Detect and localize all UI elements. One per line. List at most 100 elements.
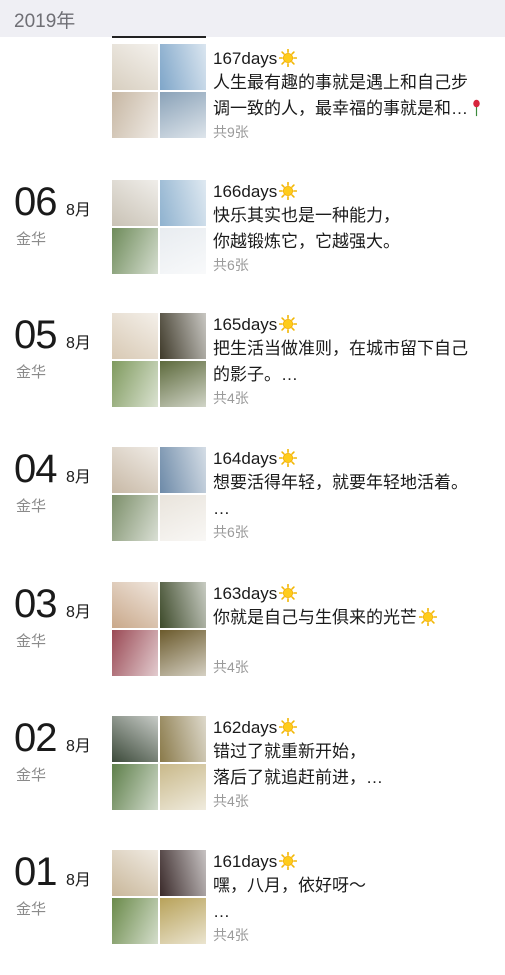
entry-text-line: 你越锻炼它，它越强大。 xyxy=(213,229,503,255)
entry-location: 金华 xyxy=(16,231,47,248)
photo-thumbnail[interactable] xyxy=(160,764,206,810)
entry-text-line: … xyxy=(213,496,503,522)
photo-thumbnail[interactable] xyxy=(160,447,206,493)
entry-info[interactable]: 165days 把生活当做准则，在城市留下自己 的影子。… 共4张 xyxy=(213,314,503,408)
entry-day: 05 xyxy=(14,313,57,357)
entry-info[interactable]: 166days 快乐其实也是一种能力， 你越锻炼它，它越强大。 共6张 xyxy=(213,181,503,275)
photo-thumbnail[interactable] xyxy=(160,582,206,628)
entry-title: 167days xyxy=(213,48,503,70)
photo-thumbnail[interactable] xyxy=(112,716,158,762)
photo-count: 共4张 xyxy=(213,659,249,675)
entry-text-line: 的影子。… xyxy=(213,362,503,388)
photo-thumbnail[interactable] xyxy=(160,850,206,896)
entry-text-content: 嘿，八月，依好呀～ xyxy=(213,876,366,895)
photo-grid[interactable] xyxy=(112,313,206,407)
entry-info[interactable]: 162days 错过了就重新开始， 落后了就追赶前进，… 共4张 xyxy=(213,717,503,811)
entry-text-line: 错过了就重新开始， xyxy=(213,739,503,765)
entry-title: 166days xyxy=(213,181,503,203)
entry-text: 你就是自己与生俱来的光芒 xyxy=(213,605,503,657)
photo-thumbnail[interactable] xyxy=(160,228,206,274)
entry-month: 8月 xyxy=(66,738,91,755)
entry-text-content: 人生最有趣的事就是遇上和自己步 xyxy=(213,73,468,92)
photo-thumbnail[interactable] xyxy=(112,180,158,226)
entry-text-line: … xyxy=(213,899,503,925)
entry-days: 162days xyxy=(213,718,278,737)
photo-thumbnail[interactable] xyxy=(160,361,206,407)
entry-month: 8月 xyxy=(66,872,91,889)
photo-count: 共4张 xyxy=(213,927,249,943)
entry-title: 163days xyxy=(213,583,503,605)
photo-thumbnail[interactable] xyxy=(160,716,206,762)
photo-thumbnail[interactable] xyxy=(112,313,158,359)
entry-text-content: 错过了就重新开始， xyxy=(213,742,366,761)
entry-text-line: 调一致的人，最幸福的事就是和… xyxy=(213,96,503,122)
entry-text: 快乐其实也是一种能力， 你越锻炼它，它越强大。 xyxy=(213,203,503,255)
photo-count: 共6张 xyxy=(213,524,249,540)
entry-text-content: 你越锻炼它，它越强大。 xyxy=(213,232,400,251)
photo-grid[interactable] xyxy=(112,716,206,810)
entry-info[interactable]: 161days 嘿，八月，依好呀～ … 共4张 xyxy=(213,851,503,945)
entry-info[interactable]: 167days 人生最有趣的事就是遇上和自己步 调一致的人，最幸福的事就是和… 共9张 xyxy=(213,48,503,142)
sun-icon xyxy=(279,718,298,736)
entry-text-line: 快乐其实也是一种能力， xyxy=(213,203,503,229)
entry-info[interactable]: 163days 你就是自己与生俱来的光芒 共4张 xyxy=(213,583,503,677)
entry-text-content: 落后了就追赶前进，… xyxy=(213,768,383,787)
photo-thumbnail[interactable] xyxy=(160,313,206,359)
sun-icon xyxy=(279,584,298,602)
photo-thumbnail[interactable] xyxy=(112,447,158,493)
photo-thumbnail[interactable] xyxy=(112,898,158,944)
entry-text-line: 你就是自己与生俱来的光芒 xyxy=(213,605,503,631)
entry-text-content: … xyxy=(213,902,230,921)
photo-thumbnail[interactable] xyxy=(160,495,206,541)
entry-day: 02 xyxy=(14,716,57,760)
photo-thumbnail[interactable] xyxy=(112,228,158,274)
entry-text-content: 你就是自己与生俱来的光芒 xyxy=(213,608,417,627)
photo-thumbnail[interactable] xyxy=(160,44,206,90)
sun-icon xyxy=(279,49,298,67)
photo-thumbnail[interactable] xyxy=(112,764,158,810)
entry-days: 163days xyxy=(213,584,278,603)
photo-thumbnail[interactable] xyxy=(160,898,206,944)
photo-count: 共4张 xyxy=(213,390,249,406)
sun-icon xyxy=(279,182,298,200)
photo-grid[interactable] xyxy=(112,36,206,138)
photo-thumbnail[interactable] xyxy=(112,361,158,407)
entry-text-line: 落后了就追赶前进，… xyxy=(213,765,503,791)
entry-month: 8月 xyxy=(66,604,91,621)
year-label: 2019年 xyxy=(14,11,76,32)
entry-text-content: 把生活当做准则，在城市留下自己 xyxy=(213,339,468,358)
entry-text: 错过了就重新开始， 落后了就追赶前进，… xyxy=(213,739,503,791)
entry-text-content: … xyxy=(213,499,230,518)
photo-grid[interactable] xyxy=(112,447,206,541)
sun-icon xyxy=(279,449,298,467)
entry-text-line: 人生最有趣的事就是遇上和自己步 xyxy=(213,70,503,96)
entry-text-line: 把生活当做准则，在城市留下自己 xyxy=(213,336,503,362)
entry-title: 165days xyxy=(213,314,503,336)
sun-icon xyxy=(279,315,298,333)
top-divider xyxy=(112,36,206,38)
entry-day: 04 xyxy=(14,447,57,491)
entry-day: 01 xyxy=(14,850,57,894)
entry-day: 06 xyxy=(14,180,57,224)
photo-thumbnail[interactable] xyxy=(160,92,206,138)
photo-thumbnail[interactable] xyxy=(160,180,206,226)
entry-info[interactable]: 164days 想要活得年轻，就要年轻地活着。 … 共6张 xyxy=(213,448,503,542)
photo-thumbnail[interactable] xyxy=(112,44,158,90)
rose-icon xyxy=(473,99,480,117)
entry-days: 164days xyxy=(213,449,278,468)
photo-grid[interactable] xyxy=(112,850,206,944)
entry-days: 161days xyxy=(213,852,278,871)
entry-text: 把生活当做准则，在城市留下自己的影子。… xyxy=(213,336,503,388)
photo-thumbnail[interactable] xyxy=(112,495,158,541)
photo-grid[interactable] xyxy=(112,582,206,676)
entry-text: 想要活得年轻，就要年轻地活着。… xyxy=(213,470,503,522)
entry-location: 金华 xyxy=(16,364,47,381)
photo-thumbnail[interactable] xyxy=(112,850,158,896)
entry-location: 金华 xyxy=(16,901,47,918)
photo-thumbnail[interactable] xyxy=(112,92,158,138)
photo-grid[interactable] xyxy=(112,180,206,274)
entry-title: 164days xyxy=(213,448,503,470)
photo-thumbnail[interactable] xyxy=(160,630,206,676)
photo-thumbnail[interactable] xyxy=(112,582,158,628)
photo-thumbnail[interactable] xyxy=(112,630,158,676)
